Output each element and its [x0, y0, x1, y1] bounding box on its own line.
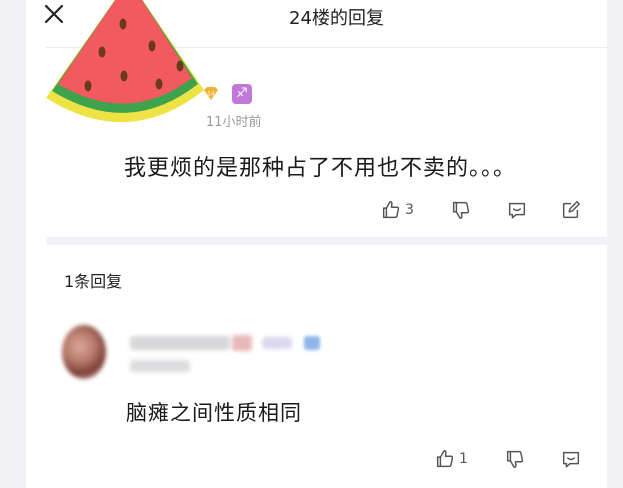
reply-count-label: 1条回复	[64, 272, 123, 291]
reply-author-name-blurred[interactable]	[130, 336, 230, 350]
dislike-button[interactable]	[450, 198, 472, 222]
reply-time-blurred	[130, 360, 190, 372]
edit-button[interactable]	[560, 198, 582, 222]
reply-content: 脑瘫之间性质相同	[126, 401, 302, 425]
section-divider	[46, 237, 607, 245]
like-button[interactable]: 3	[380, 198, 414, 222]
post-content: 我更烦的是那种占了不用也不卖的。。。	[124, 156, 517, 181]
thumbs-down-icon	[452, 201, 470, 219]
post-time: 11小时前	[206, 115, 262, 130]
reply-badge-blurred	[262, 337, 292, 349]
left-margin-strip	[0, 0, 26, 488]
svg-text:14: 14	[207, 91, 215, 98]
comment-icon	[562, 451, 580, 468]
reply-like-button[interactable]: 1	[434, 447, 468, 471]
reply-badge-blurred	[304, 336, 320, 350]
reply-like-count: 1	[459, 451, 468, 467]
comment-button[interactable]	[506, 198, 528, 222]
reply-comment-button[interactable]	[560, 447, 582, 471]
diamond-level-icon: 14	[204, 87, 218, 100]
thumbs-up-icon	[436, 450, 454, 468]
reply-action-row: 1	[434, 447, 589, 471]
reply-author-avatar[interactable]	[62, 325, 106, 379]
comment-icon	[508, 202, 526, 219]
like-count: 3	[405, 202, 414, 218]
watermelon-avatar-icon	[46, 0, 204, 122]
right-margin-strip	[607, 0, 623, 488]
thumbs-down-icon	[506, 450, 524, 468]
zodiac-badge: ♐	[232, 84, 252, 104]
author-avatar[interactable]	[44, 0, 214, 140]
post-action-row: 3	[380, 198, 590, 222]
reply-dislike-button[interactable]	[504, 447, 526, 471]
level-badge: 14	[202, 86, 220, 101]
reply-badge-blurred	[232, 335, 252, 351]
thumbs-up-icon	[382, 201, 400, 219]
edit-icon	[562, 201, 580, 219]
